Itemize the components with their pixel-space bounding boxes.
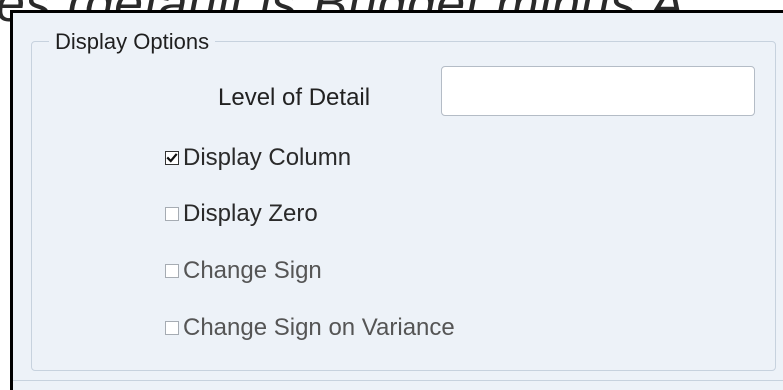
display-options-legend: Display Options [49, 29, 216, 55]
display-zero-label: Display Zero [183, 200, 318, 227]
level-of-detail-label: Level of Detail [218, 84, 371, 111]
change-sign-variance-label: Change Sign on Variance [183, 314, 455, 341]
change-sign-label: Change Sign [183, 257, 322, 284]
checkmark-icon [166, 153, 178, 163]
display-zero-checkbox[interactable] [165, 207, 179, 221]
change-sign-checkbox[interactable] [165, 264, 179, 278]
display-column-option[interactable]: Display Column [165, 143, 351, 173]
change-sign-option[interactable]: Change Sign [165, 256, 322, 286]
level-of-detail-input[interactable] [441, 66, 755, 116]
display-options-panel: Display Options Level of Detail Display … [10, 10, 783, 390]
change-sign-variance-checkbox[interactable] [165, 321, 179, 335]
change-sign-variance-option[interactable]: Change Sign on Variance [165, 313, 455, 343]
display-zero-option[interactable]: Display Zero [165, 199, 318, 229]
display-column-label: Display Column [183, 144, 352, 171]
display-column-checkbox[interactable] [165, 151, 179, 165]
panel-bottom-divider [13, 380, 783, 381]
